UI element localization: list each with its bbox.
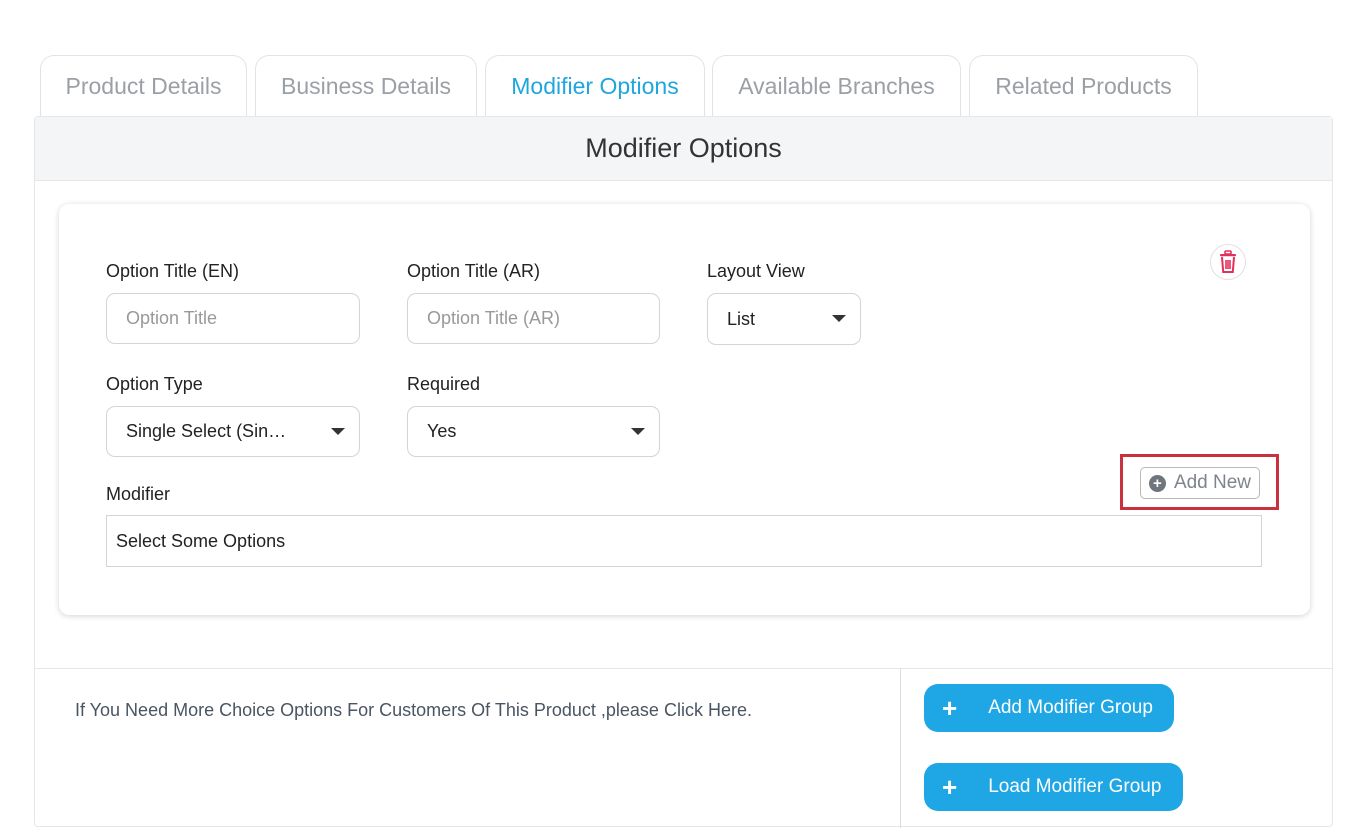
option-type-label: Option Type: [106, 374, 203, 394]
add-modifier-group-label: Add Modifier Group: [988, 697, 1153, 718]
layout-view-label: Layout View: [707, 261, 805, 281]
delete-option-button[interactable]: [1210, 244, 1246, 280]
tab-business-details[interactable]: Business Details: [255, 55, 477, 117]
add-modifier-group-button[interactable]: + Add Modifier Group: [924, 684, 1174, 732]
add-new-button[interactable]: + Add New: [1140, 467, 1260, 499]
modifier-options-panel: Modifier Options Option Title (EN) Optio…: [34, 116, 1333, 828]
modifier-placeholder: Select Some Options: [116, 530, 286, 551]
tab-product-details[interactable]: Product Details: [40, 55, 247, 117]
tab-related-products[interactable]: Related Products: [969, 55, 1198, 117]
tab-available-branches[interactable]: Available Branches: [712, 55, 961, 117]
modifier-multiselect[interactable]: Select Some Options: [106, 515, 1262, 567]
option-title-en-label: Option Title (EN): [106, 261, 240, 281]
caret-down-icon: [832, 315, 846, 322]
load-modifier-group-label: Load Modifier Group: [988, 776, 1162, 797]
caret-down-icon: [331, 427, 345, 435]
option-title-en-placeholder: Option Title: [126, 308, 218, 328]
layout-view-value: List: [727, 308, 756, 329]
trash-icon: [1220, 250, 1236, 273]
required-label: Required: [407, 374, 481, 394]
option-title-ar-label: Option Title (AR): [407, 261, 541, 281]
option-type-select[interactable]: Single Select (Sin…: [106, 406, 360, 457]
plus-circle-icon: +: [1148, 474, 1166, 492]
modifier-option-card: Option Title (EN) Option Title Option Ti…: [59, 204, 1310, 615]
option-title-ar-placeholder: Option Title (AR): [427, 308, 561, 328]
plus-icon: +: [942, 772, 958, 802]
caret-down-icon: [631, 427, 645, 435]
tab-modifier-options[interactable]: Modifier Options: [485, 55, 705, 117]
panel-title: Modifier Options: [35, 117, 1332, 181]
required-select[interactable]: Yes: [407, 406, 660, 457]
footer-divider: [900, 669, 901, 828]
panel-footer: If You Need More Choice Options For Cust…: [35, 668, 1332, 828]
required-value: Yes: [427, 421, 457, 441]
add-new-label: Add New: [1173, 472, 1252, 493]
more-options-hint: If You Need More Choice Options For Cust…: [75, 700, 752, 720]
layout-view-select[interactable]: List: [707, 293, 861, 345]
option-title-ar-input[interactable]: Option Title (AR): [407, 293, 660, 344]
modifier-label: Modifier: [106, 484, 171, 504]
option-type-value: Single Select (Sin…: [126, 421, 287, 441]
plus-icon: +: [942, 693, 958, 723]
option-title-en-input[interactable]: Option Title: [106, 293, 360, 344]
load-modifier-group-button[interactable]: + Load Modifier Group: [924, 763, 1183, 811]
